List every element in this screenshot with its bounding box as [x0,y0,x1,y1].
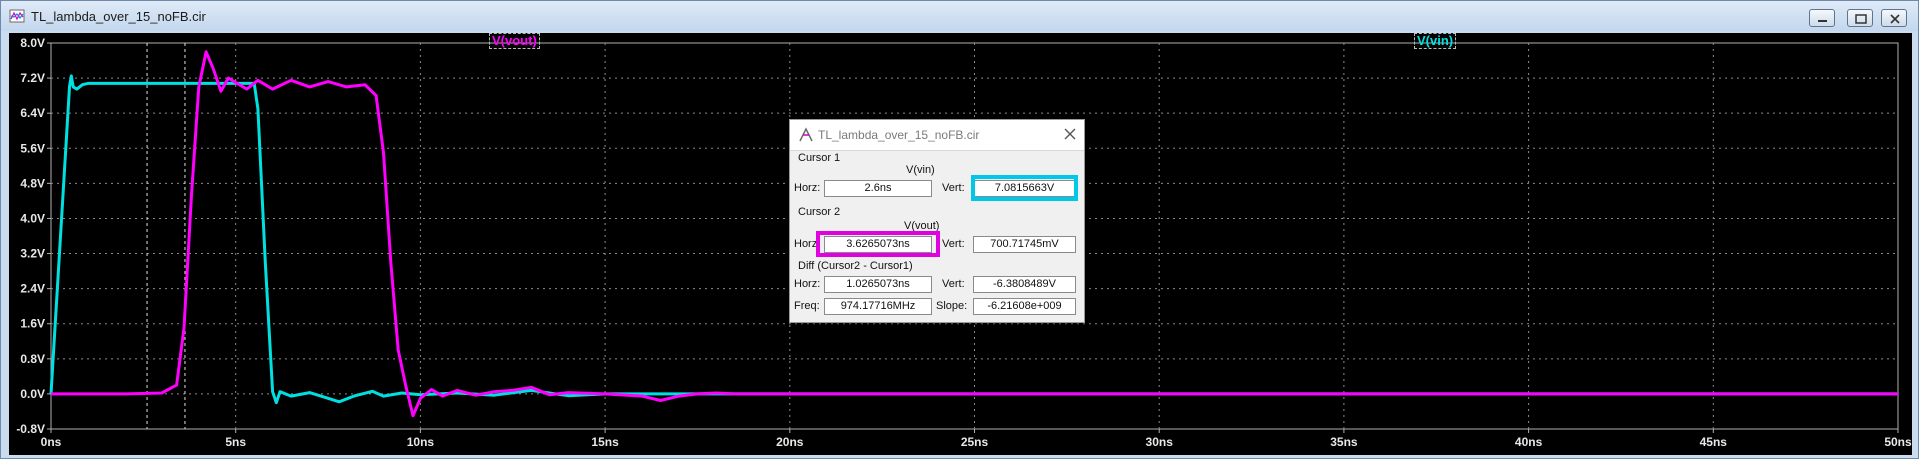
x-tick-label: 35ns [1330,435,1358,449]
window-title: TL_lambda_over_15_noFB.cir [31,9,206,24]
x-tick-label: 0ns [41,435,62,449]
diff-slope-field[interactable]: -6.21608e+009 [973,298,1076,315]
y-tick-label: 6.4V [20,106,45,120]
trace-label-vin[interactable]: V(vin) [1414,33,1457,49]
cursor1-horz-label: Horz: [794,182,821,194]
cursor-icon [799,127,813,142]
dialog-title-bar[interactable]: TL_lambda_over_15_noFB.cir [790,120,1084,151]
x-tick-label: 25ns [961,435,989,449]
y-tick-label: 0.8V [20,352,45,366]
x-tick-label: 5ns [225,435,246,449]
y-tick-label: -0.8V [16,422,45,436]
maximize-button[interactable] [1847,9,1873,27]
minimize-icon [1818,20,1827,22]
y-tick-label: 8.0V [20,36,45,50]
diff-horz-field[interactable]: 1.0265073ns [824,276,932,293]
x-tick-label: 45ns [1700,435,1728,449]
close-button[interactable] [1881,9,1907,27]
cursor1-label: Cursor 1 [798,152,841,164]
x-tick-label: 40ns [1515,435,1543,449]
y-tick-label: 1.6V [20,317,45,331]
dialog-close-icon[interactable] [1062,126,1078,142]
cursor2-horz-highlight [816,231,940,257]
diff-label: Diff (Cursor2 - Cursor1) [798,260,913,272]
y-tick-label: 4.0V [20,211,45,225]
dialog-title: TL_lambda_over_15_noFB.cir [818,128,980,142]
y-tick-label: 0.0V [20,387,45,401]
minimize-button[interactable] [1809,9,1835,27]
title-bar[interactable]: TL_lambda_over_15_noFB.cir [1,1,1918,31]
diff-freq-field[interactable]: 974.17716MHz [824,298,932,315]
cursor2-vert-label: Vert: [942,238,965,250]
diff-vert-field[interactable]: -6.3808489V [973,276,1076,293]
diff-slope-label: Slope: [936,300,968,312]
y-tick-label: 4.8V [20,176,45,190]
cursor1-vert-label: Vert: [942,182,965,194]
x-tick-label: 10ns [407,435,435,449]
cursor1-horz-field[interactable]: 2.6ns [824,180,932,197]
cursor2-vert-field[interactable]: 700.71745mV [973,236,1076,253]
y-tick-label: 5.6V [20,141,45,155]
diff-horz-label: Horz: [794,278,821,290]
x-tick-label: 50ns [1884,435,1912,449]
y-tick-label: 7.2V [20,71,45,85]
restore-icon [1855,14,1867,24]
y-tick-label: 3.2V [20,247,45,261]
waveform-viewer-icon [9,9,25,23]
close-icon [1890,14,1900,24]
cursor2-label: Cursor 2 [798,206,841,218]
x-tick-label: 20ns [776,435,804,449]
y-tick-label: 2.4V [20,282,45,296]
cursor-readout-dialog: TL_lambda_over_15_noFB.cir Cursor 1 V(vi… [789,119,1085,323]
cursor1-vert-highlight [971,175,1078,201]
x-tick-label: 15ns [591,435,619,449]
cursor1-trace: V(vin) [906,164,935,176]
trace-label-vout[interactable]: V(vout) [489,33,540,49]
diff-freq-label: Freq: [794,300,820,312]
waveform-window: TL_lambda_over_15_noFB.cir 8.0V 7.2V 6.4V 5… [0,0,1919,459]
diff-vert-label: Vert: [942,278,965,290]
x-tick-label: 30ns [1146,435,1174,449]
